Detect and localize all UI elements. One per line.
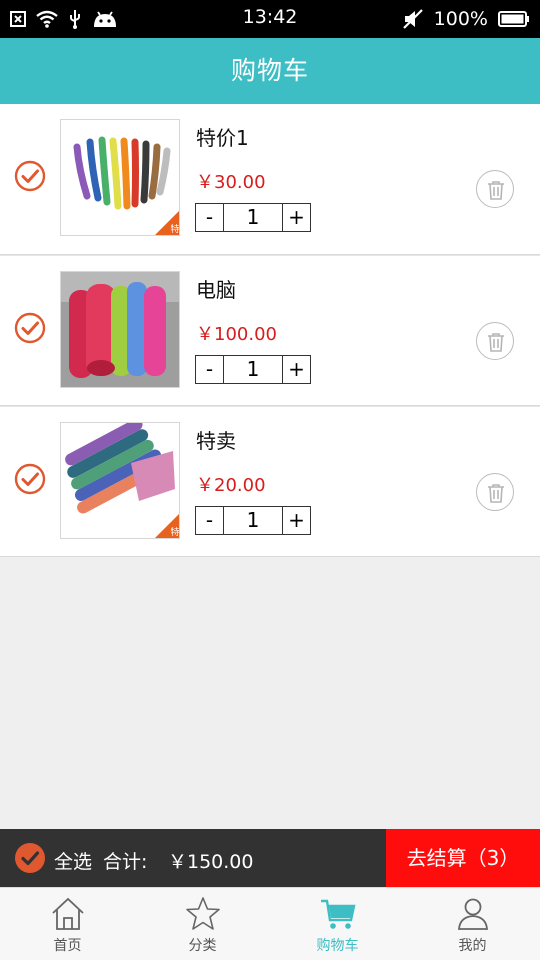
battery-percent: 100% xyxy=(433,8,488,30)
tab-category[interactable]: 分类 xyxy=(135,888,270,960)
decrease-quantity-button[interactable]: - xyxy=(196,356,224,383)
battery-icon xyxy=(498,11,529,27)
quantity-value[interactable]: 1 xyxy=(224,507,282,534)
bottom-tab-bar: 首页 分类 购物车 我的 xyxy=(0,887,540,960)
cart-item: 特 特价1 ￥30.00 - 1 + xyxy=(0,104,540,255)
product-image[interactable]: 特 xyxy=(60,422,180,539)
tab-cart[interactable]: 购物车 xyxy=(270,888,405,960)
checkout-button[interactable]: 去结算（3） xyxy=(386,829,540,887)
quantity-value[interactable]: 1 xyxy=(224,356,282,383)
quantity-stepper: - 1 + xyxy=(195,355,311,384)
app-header: 购物车 xyxy=(0,38,540,104)
quantity-stepper: - 1 + xyxy=(195,203,311,232)
item-checkbox-checked-icon[interactable] xyxy=(14,160,46,192)
page-title: 购物车 xyxy=(230,56,309,85)
status-icons-right: 100% xyxy=(402,7,530,31)
product-price: ￥20.00 xyxy=(196,475,266,496)
decrease-quantity-button[interactable]: - xyxy=(196,507,224,534)
item-checkbox-checked-icon[interactable] xyxy=(14,312,46,344)
product-price: ￥100.00 xyxy=(196,324,277,345)
mute-icon xyxy=(402,9,423,29)
product-name[interactable]: 电脑 xyxy=(196,274,236,303)
select-all-label[interactable]: 全选 xyxy=(54,847,92,874)
trash-icon xyxy=(488,484,504,503)
trash-icon xyxy=(488,333,504,352)
status-bar: 13:42 100% xyxy=(0,0,540,38)
decrease-quantity-button[interactable]: - xyxy=(196,204,224,231)
product-name[interactable]: 特卖 xyxy=(196,425,236,454)
svg-text:特: 特 xyxy=(171,526,180,538)
tab-home[interactable]: 首页 xyxy=(0,888,135,960)
total-value: ￥150.00 xyxy=(168,851,254,873)
cart-item: 电脑 ￥100.00 - 1 + xyxy=(0,255,540,406)
tab-label: 分类 xyxy=(188,938,217,954)
special-offer-badge: 特 xyxy=(155,211,179,235)
tab-mine[interactable]: 我的 xyxy=(405,888,540,960)
home-icon xyxy=(51,897,84,930)
checkout-bar: 全选 合计: ￥150.00 去结算（3） xyxy=(0,829,540,887)
product-image[interactable]: 特 xyxy=(60,119,180,236)
item-checkbox-checked-icon[interactable] xyxy=(14,463,46,495)
delete-item-button[interactable] xyxy=(476,170,514,208)
svg-text:特: 特 xyxy=(171,223,180,235)
product-name[interactable]: 特价1 xyxy=(196,122,249,151)
select-all-checkbox-icon[interactable] xyxy=(14,842,46,874)
delete-item-button[interactable] xyxy=(476,322,514,360)
star-icon xyxy=(185,897,220,930)
cart-icon xyxy=(320,899,355,929)
increase-quantity-button[interactable]: + xyxy=(282,356,310,383)
cart-item: 特 特卖 ￥20.00 - 1 + xyxy=(0,406,540,557)
user-icon xyxy=(457,898,488,930)
delete-item-button[interactable] xyxy=(476,473,514,511)
increase-quantity-button[interactable]: + xyxy=(282,204,310,231)
increase-quantity-button[interactable]: + xyxy=(282,507,310,534)
total-label: 合计: xyxy=(103,851,148,873)
product-image[interactable] xyxy=(60,271,180,388)
product-price: ￥30.00 xyxy=(196,172,266,193)
trash-icon xyxy=(488,181,504,200)
special-offer-badge: 特 xyxy=(155,514,179,538)
quantity-value[interactable]: 1 xyxy=(224,204,282,231)
tab-label: 首页 xyxy=(53,938,82,954)
tab-label: 购物车 xyxy=(316,938,359,954)
tab-label: 我的 xyxy=(458,938,487,954)
cart-list: 特 特价1 ￥30.00 - 1 + 电脑 ￥100.00 - 1 + 特 特卖… xyxy=(0,104,540,557)
quantity-stepper: - 1 + xyxy=(195,506,311,535)
